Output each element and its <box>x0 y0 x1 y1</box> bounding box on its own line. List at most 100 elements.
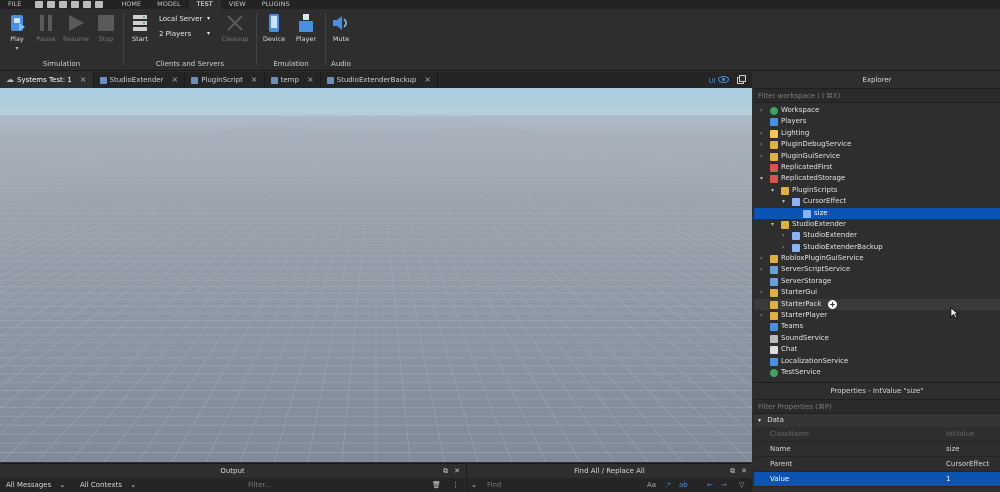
open-file-icon[interactable] <box>47 1 56 8</box>
property-row-parent[interactable]: Parent CursorEffect <box>754 457 1000 472</box>
close-icon[interactable]: × <box>80 72 87 88</box>
expand-arrow-icon[interactable]: › <box>782 230 784 241</box>
play-button[interactable]: Play ▾ <box>3 13 31 52</box>
explorer-item-studioextenderbackup[interactable]: › StudioExtenderBackup <box>754 242 1000 253</box>
previous-icon[interactable]: ← <box>707 478 713 492</box>
explorer-item-serverscriptservice[interactable]: › ServerScriptService <box>754 264 1000 275</box>
explorer-item-replicatedstorage[interactable]: ▾ ReplicatedStorage <box>754 173 1000 184</box>
explorer-filter-input[interactable]: Filter workspace (⇧⌘X) <box>754 89 1000 103</box>
tab-studioextenderbackup[interactable]: StudioExtenderBackup × <box>321 72 438 88</box>
resume-button[interactable]: Resume <box>62 13 90 43</box>
collapse-arrow-icon[interactable]: ▾ <box>771 185 774 196</box>
explorer-item-soundservice[interactable]: SoundService <box>754 333 1000 344</box>
ui-visibility-toggle[interactable]: UI <box>709 76 729 85</box>
menu-test[interactable]: TEST <box>188 0 221 9</box>
undock-icon[interactable]: ⧉ <box>730 464 735 478</box>
contexts-filter-dropdown[interactable]: All Contexts ⌄ <box>80 478 136 492</box>
explorer-item-chat[interactable]: Chat <box>754 344 1000 355</box>
output-filter-input[interactable]: Filter... <box>248 478 271 492</box>
explorer-item-players[interactable]: Players <box>754 116 1000 127</box>
explorer-item-starterpack[interactable]: StarterPack + <box>754 298 1000 311</box>
3d-viewport[interactable] <box>0 88 752 462</box>
messages-filter-dropdown[interactable]: All Messages ⌄ <box>6 478 65 492</box>
menu-home[interactable]: HOME <box>113 0 149 9</box>
explorer-item-studioextender[interactable]: › StudioExtender <box>754 230 1000 241</box>
explorer-item-pluginguiservice[interactable]: › PluginGuiService <box>754 151 1000 162</box>
explorer-item-lighting[interactable]: › Lighting <box>754 128 1000 139</box>
player-button[interactable]: Player <box>292 13 320 43</box>
tab-temp[interactable]: temp × <box>265 72 321 88</box>
server-mode-dropdown[interactable]: Local Server ▾ <box>156 13 212 25</box>
pause-button[interactable]: Pause <box>32 13 60 43</box>
expand-arrow-icon[interactable]: › <box>760 287 762 298</box>
chevron-down-icon[interactable]: ⌄ <box>471 478 477 492</box>
menu-plugins[interactable]: PLUGINS <box>254 0 298 9</box>
more-options-icon[interactable]: ⋮ <box>452 478 459 492</box>
expand-arrow-icon[interactable]: › <box>760 139 762 150</box>
collapse-arrow-icon[interactable]: ▾ <box>760 173 763 184</box>
menu-view[interactable]: VIEW <box>221 0 254 9</box>
tab-systems-test[interactable]: ☁ Systems Test: 1 × <box>0 72 94 88</box>
explorer-item-robloxpluginguiservice[interactable]: › RobloxPluginGuiService <box>754 253 1000 264</box>
expand-arrow-icon[interactable]: › <box>760 310 762 321</box>
tab-studioextender[interactable]: StudioExtender × <box>94 72 186 88</box>
collapse-arrow-icon[interactable]: ▾ <box>771 219 774 230</box>
filter-icon[interactable]: ▽ <box>739 478 744 492</box>
find-input[interactable]: Find <box>487 478 501 492</box>
property-row-value[interactable]: Value 1 <box>754 472 1000 487</box>
explorer-item-pluginscripts[interactable]: ▾ PluginScripts <box>754 185 1000 196</box>
properties-section-data[interactable]: ▾ Data <box>754 414 1000 427</box>
explorer-item-cursoreffect[interactable]: ▾ CursorEffect <box>754 196 1000 207</box>
device-button[interactable]: Device <box>260 13 288 43</box>
publish-icon[interactable] <box>71 1 80 8</box>
close-icon[interactable]: ✕ <box>454 464 460 478</box>
redo-icon[interactable] <box>95 1 104 8</box>
undock-icon[interactable]: ⧉ <box>443 464 448 478</box>
whole-word-icon[interactable]: ab <box>679 478 688 492</box>
expand-arrow-icon[interactable]: › <box>760 128 762 139</box>
explorer-item-studioextender[interactable]: ▾ StudioExtender <box>754 219 1000 230</box>
explorer-item-teams[interactable]: Teams <box>754 321 1000 332</box>
insert-object-plus-icon[interactable]: + <box>828 299 837 309</box>
explorer-item-testservice[interactable]: TestService <box>754 367 1000 378</box>
properties-filter-input[interactable]: Filter Properties (⌘P) <box>754 400 1000 414</box>
menu-file[interactable]: FILE <box>0 0 29 9</box>
explorer-item-serverstorage[interactable]: ServerStorage <box>754 276 1000 287</box>
collapse-arrow-icon[interactable]: ▾ <box>782 196 785 207</box>
explorer-item-replicatedfirst[interactable]: ReplicatedFirst <box>754 162 1000 173</box>
close-icon[interactable]: × <box>307 72 314 88</box>
explorer-item-workspace[interactable]: › Workspace <box>754 105 1000 116</box>
expand-arrow-icon[interactable]: › <box>760 151 762 162</box>
save-icon[interactable] <box>59 1 68 8</box>
baseplate-grid <box>0 115 752 462</box>
cleanup-button[interactable]: Cleanup <box>221 13 249 43</box>
close-icon[interactable]: × <box>251 72 258 88</box>
close-icon[interactable]: × <box>171 72 178 88</box>
explorer-item-startergui[interactable]: › StarterGui <box>754 287 1000 298</box>
play-dropdown-icon[interactable]: ▾ <box>3 45 31 52</box>
match-case-icon[interactable]: Aa <box>647 478 656 492</box>
mute-button[interactable]: Mute <box>327 13 355 43</box>
close-icon[interactable]: ✕ <box>741 464 747 478</box>
explorer-item-starterplayer[interactable]: › StarterPlayer <box>754 310 1000 321</box>
tab-pluginscript[interactable]: PluginScript × <box>185 72 265 88</box>
stop-button[interactable]: Stop <box>92 13 120 43</box>
explorer-item-plugindebugservice[interactable]: › PluginDebugService <box>754 139 1000 150</box>
expand-arrow-icon[interactable]: › <box>760 105 762 116</box>
start-button[interactable]: Start <box>126 13 154 43</box>
next-icon[interactable]: → <box>721 478 727 492</box>
expand-arrow-icon[interactable]: › <box>782 242 784 253</box>
menu-model[interactable]: MODEL <box>149 0 188 9</box>
undo-icon[interactable] <box>83 1 92 8</box>
player-count-dropdown[interactable]: 2 Players ▾ <box>156 28 212 40</box>
new-file-icon[interactable] <box>35 1 44 8</box>
close-icon[interactable]: × <box>424 72 431 88</box>
regex-icon[interactable]: .* <box>665 478 671 492</box>
trash-icon[interactable]: 🗑 <box>432 478 441 492</box>
explorer-item-size[interactable]: size <box>754 207 1000 219</box>
undock-window-icon[interactable] <box>737 75 746 86</box>
expand-arrow-icon[interactable]: › <box>760 264 762 275</box>
property-row-name[interactable]: Name size <box>754 442 1000 457</box>
explorer-item-localizationservice[interactable]: LocalizationService <box>754 356 1000 367</box>
expand-arrow-icon[interactable]: › <box>760 253 762 264</box>
